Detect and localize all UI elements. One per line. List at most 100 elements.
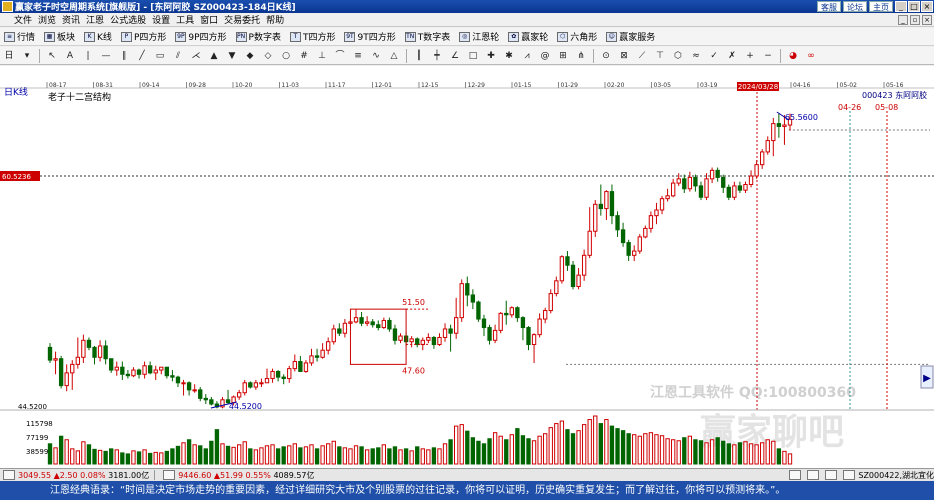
toolbar-9p-square-button[interactable]: 9P 9P四方形 <box>175 30 227 43</box>
box-icon[interactable]: □ <box>467 50 479 62</box>
menu-file[interactable]: 文件 <box>0 13 38 26</box>
period-select-icon[interactable]: 日 <box>3 50 15 62</box>
link-home[interactable]: 主页 <box>869 1 893 12</box>
child-restore-icon[interactable]: ▫ <box>910 14 920 25</box>
dropdown-arrow-icon[interactable]: ▾ <box>21 50 33 62</box>
bar-tool-icon[interactable]: ┿ <box>431 50 443 62</box>
vertical-line-icon[interactable]: | <box>82 50 94 62</box>
menu-browse[interactable]: 浏览 <box>38 13 62 26</box>
alert-icon[interactable] <box>789 470 802 480</box>
toolbar-label: 六角形 <box>570 33 598 43</box>
speed-line-icon[interactable]: ⟋ <box>636 50 648 62</box>
gann-fan-icon[interactable]: ⋔ <box>575 50 587 62</box>
time-cycle-icon[interactable]: ⊙ <box>600 50 612 62</box>
parallel-lines-icon[interactable]: ∥ <box>118 50 130 62</box>
status-toggle-button[interactable] <box>3 470 15 480</box>
gann-box-icon[interactable]: ⊞ <box>557 50 569 62</box>
zoom-out-icon[interactable]: − <box>762 50 774 62</box>
toolbar-label: K线 <box>97 33 112 43</box>
hexagon-tool-icon[interactable]: ⬡ <box>672 50 684 62</box>
menu-news[interactable]: 资讯 <box>62 13 86 26</box>
star-icon[interactable]: ✱ <box>503 50 515 62</box>
zigzag-icon[interactable]: ⩘ <box>521 50 533 62</box>
menu-gann[interactable]: 江恩 <box>86 13 110 26</box>
candle-body <box>75 356 80 365</box>
volume-bar <box>342 447 348 465</box>
candle-body <box>682 178 687 190</box>
toolbar-quotes-button[interactable]: ≡ 行情 <box>4 30 35 43</box>
connection-icon[interactable] <box>825 470 838 480</box>
fibonacci-icon[interactable]: ≡ <box>352 50 364 62</box>
toolbar-kline-button[interactable]: K K线 <box>84 30 112 43</box>
menu-window[interactable]: 窗口 <box>200 13 224 26</box>
candle-body <box>520 317 526 329</box>
toolbar-service-button[interactable]: ☺ 赢家服务 <box>606 30 655 43</box>
volume-bar <box>465 430 470 465</box>
zoom-in-icon[interactable]: + <box>744 50 756 62</box>
circle-icon[interactable]: ○ <box>280 50 292 62</box>
square-of-nine-icon[interactable]: ⊠ <box>618 50 630 62</box>
toolbar-gann-wheel-button[interactable]: ◎ 江恩轮 <box>459 30 499 43</box>
news-icon[interactable] <box>843 470 856 480</box>
menu-formula-screener[interactable]: 公式选股 <box>110 13 152 26</box>
cursor-icon[interactable]: ↖ <box>46 50 58 62</box>
toolbar-winner-wheel-button[interactable]: ✿ 赢家轮 <box>508 30 548 43</box>
ruler-icon[interactable]: ⊥ <box>316 50 328 62</box>
close-icon[interactable]: × <box>921 1 933 12</box>
toolbar-p-number-table-button[interactable]: PN P数字表 <box>235 30 281 43</box>
price-line-icon[interactable]: ⊤ <box>654 50 666 62</box>
candle-body <box>259 382 264 385</box>
chat-icon[interactable] <box>807 470 820 480</box>
menu-help[interactable]: 帮助 <box>266 13 290 26</box>
up-arrow-icon[interactable]: ▲ <box>208 50 220 62</box>
minimize-icon[interactable]: _ <box>895 1 907 12</box>
toolbar-t-number-table-button[interactable]: TN T数字表 <box>404 30 450 43</box>
candle-body <box>248 382 253 388</box>
cycle-icon[interactable]: ∿ <box>370 50 382 62</box>
status-toggle-button[interactable] <box>163 470 176 480</box>
fan-lines-icon[interactable]: ⋌ <box>190 50 202 62</box>
channel-icon[interactable]: ⫽ <box>172 50 184 62</box>
candle-body <box>198 389 203 399</box>
menu-tools[interactable]: 工具 <box>176 13 200 26</box>
grid-icon[interactable]: # <box>298 50 310 62</box>
toolbar-sector-button[interactable]: ▦ 板块 <box>44 30 75 43</box>
wave-icon[interactable]: ≈ <box>690 50 702 62</box>
down-arrow-icon[interactable]: ▼ <box>226 50 238 62</box>
color-wheel-icon[interactable]: ◕ <box>787 50 799 62</box>
cross-icon[interactable]: ✚ <box>485 50 497 62</box>
delete-drawing-icon[interactable]: ✗ <box>726 50 738 62</box>
horizontal-line-icon[interactable]: — <box>100 50 112 62</box>
triangle-icon[interactable]: △ <box>388 50 400 62</box>
date-axis: 08-17 08-31 09-14 09-28 10-20 11-03 11-17 12-01… <box>0 82 934 89</box>
volume-bar <box>670 439 676 465</box>
menu-settings[interactable]: 设置 <box>152 13 176 26</box>
kline-chart[interactable]: 08-17 08-31 09-14 09-28 10-20 11-03 11-17 12-01… <box>0 66 934 468</box>
angle-icon[interactable]: ∠ <box>449 50 461 62</box>
maximize-icon[interactable]: □ <box>908 1 920 12</box>
trend-line-icon[interactable]: ╱ <box>136 50 148 62</box>
toolbar-hexagon-button[interactable]: ⬡ 六角形 <box>557 30 597 43</box>
toolbar-9t-square-button[interactable]: 9T 9T四方形 <box>344 30 396 43</box>
toolbar-t-square-button[interactable]: T T四方形 <box>289 30 335 43</box>
mark-icon[interactable]: ✓ <box>708 50 720 62</box>
toolbar-p-square-button[interactable]: P P四方形 <box>120 30 166 43</box>
child-minimize-icon[interactable]: _ <box>898 14 908 25</box>
child-close-icon[interactable]: × <box>922 14 932 25</box>
text-tool-icon[interactable]: A <box>64 50 76 62</box>
candle-body <box>559 256 565 282</box>
chart-area[interactable]: 08-17 08-31 09-14 09-28 10-20 11-03 11-17 12-01… <box>0 66 934 468</box>
link-service[interactable]: 客服 <box>817 1 841 12</box>
volume-bar <box>620 430 626 465</box>
diamond-outline-icon[interactable]: ◇ <box>262 50 274 62</box>
infinity-icon[interactable]: ∞ <box>805 50 817 62</box>
menu-trade[interactable]: 交易委托 <box>224 13 266 26</box>
spiral-icon[interactable]: @ <box>539 50 551 62</box>
volume-bar <box>732 444 737 465</box>
arc-icon[interactable]: ⌒ <box>334 50 346 62</box>
candle-body <box>387 319 392 330</box>
candle-tool-icon[interactable]: ┃ <box>413 50 425 62</box>
link-forum[interactable]: 论坛 <box>843 1 867 12</box>
diamond-icon[interactable]: ◆ <box>244 50 256 62</box>
rectangle-icon[interactable]: ▭ <box>154 50 166 62</box>
